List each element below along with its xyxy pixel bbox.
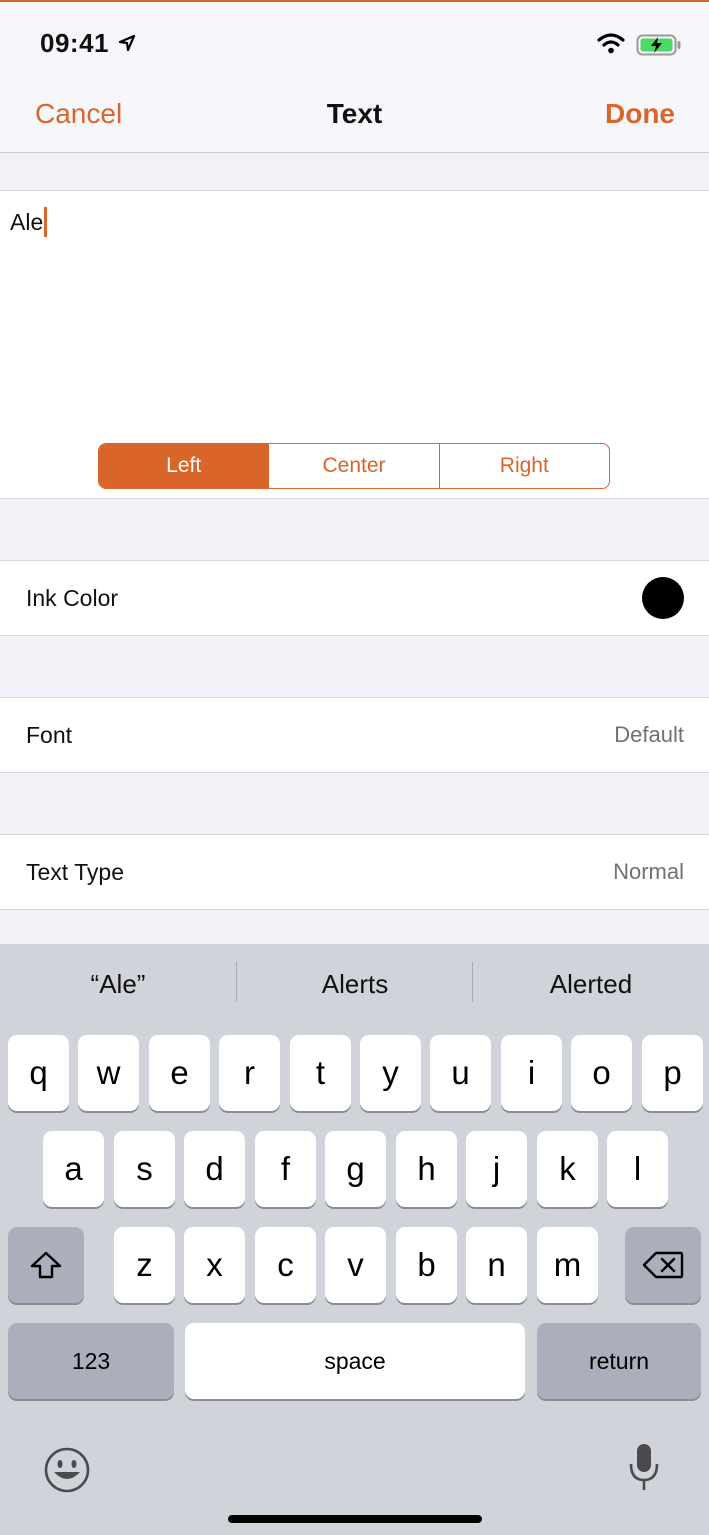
status-bar: 09:41	[0, 2, 709, 80]
typed-text-value: Ale	[10, 209, 44, 235]
emoji-icon[interactable]	[43, 1446, 91, 1494]
key-k[interactable]: k	[537, 1131, 598, 1207]
key-x[interactable]: x	[184, 1227, 245, 1303]
space-key[interactable]: space	[185, 1323, 525, 1399]
key-n[interactable]: n	[466, 1227, 527, 1303]
numbers-key[interactable]: 123	[8, 1323, 174, 1399]
align-center-segment[interactable]: Center	[269, 444, 440, 488]
key-v[interactable]: v	[325, 1227, 386, 1303]
status-time: 09:41	[40, 28, 109, 58]
key-r[interactable]: r	[219, 1035, 280, 1111]
font-row[interactable]: Font Default	[0, 697, 709, 773]
text-caret	[44, 207, 48, 237]
key-z[interactable]: z	[114, 1227, 175, 1303]
suggestion-item[interactable]: Alerts	[237, 944, 473, 1024]
key-s[interactable]: s	[114, 1131, 175, 1207]
text-type-value: Normal	[613, 859, 684, 884]
microphone-icon[interactable]	[626, 1442, 662, 1494]
font-value: Default	[614, 722, 684, 747]
key-m[interactable]: m	[537, 1227, 598, 1303]
battery-charging-icon	[636, 34, 681, 56]
suggestion-bar: “Ale” Alerts Alerted	[0, 944, 709, 1024]
typed-text[interactable]: Ale	[10, 207, 48, 237]
ink-color-row[interactable]: Ink Color	[0, 560, 709, 636]
location-arrow-icon	[118, 34, 136, 52]
key-c[interactable]: c	[255, 1227, 316, 1303]
text-type-row[interactable]: Text Type Normal	[0, 834, 709, 910]
shift-arrow-icon	[30, 1251, 62, 1279]
key-j[interactable]: j	[466, 1131, 527, 1207]
key-a[interactable]: a	[43, 1131, 104, 1207]
key-i[interactable]: i	[501, 1035, 562, 1111]
key-d[interactable]: d	[184, 1131, 245, 1207]
delete-key[interactable]	[625, 1227, 701, 1303]
text-input-area[interactable]: Ale Left Center Right	[0, 190, 709, 499]
alignment-segmented-control: Left Center Right	[98, 443, 610, 489]
key-q[interactable]: q	[8, 1035, 69, 1111]
align-left-segment[interactable]: Left	[99, 444, 270, 488]
key-l[interactable]: l	[607, 1131, 668, 1207]
key-e[interactable]: e	[149, 1035, 210, 1111]
return-key[interactable]: return	[537, 1323, 701, 1399]
keyboard: “Ale” Alerts Alerted q w e r t y u i o p…	[0, 944, 709, 1535]
navigation-bar: Cancel Text Done	[0, 80, 709, 153]
key-w[interactable]: w	[78, 1035, 139, 1111]
done-button[interactable]: Done	[605, 98, 675, 130]
font-label: Font	[26, 722, 73, 748]
key-u[interactable]: u	[430, 1035, 491, 1111]
ink-color-swatch[interactable]	[642, 577, 684, 619]
suggestion-item[interactable]: “Ale”	[0, 944, 236, 1024]
wifi-icon	[597, 33, 625, 54]
text-type-label: Text Type	[26, 859, 125, 885]
align-right-segment[interactable]: Right	[440, 444, 609, 488]
home-indicator	[228, 1515, 482, 1523]
key-b[interactable]: b	[396, 1227, 457, 1303]
key-f[interactable]: f	[255, 1131, 316, 1207]
key-y[interactable]: y	[360, 1035, 421, 1111]
shift-key[interactable]	[8, 1227, 84, 1303]
key-t[interactable]: t	[290, 1035, 351, 1111]
cancel-button[interactable]: Cancel	[35, 98, 122, 130]
key-h[interactable]: h	[396, 1131, 457, 1207]
ink-color-label: Ink Color	[26, 585, 119, 611]
key-o[interactable]: o	[571, 1035, 632, 1111]
key-p[interactable]: p	[642, 1035, 703, 1111]
key-g[interactable]: g	[325, 1131, 386, 1207]
suggestion-item[interactable]: Alerted	[473, 944, 709, 1024]
backspace-icon	[642, 1251, 684, 1279]
